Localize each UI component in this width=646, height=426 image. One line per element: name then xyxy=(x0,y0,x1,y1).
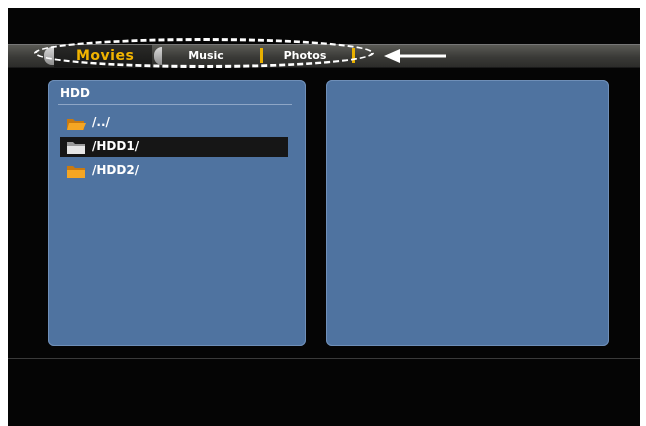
file-browser-panel: HDD /../ /HDD1/ /HDD2/ xyxy=(48,80,306,346)
file-list-item[interactable]: /HDD2/ xyxy=(48,160,306,182)
tab-music[interactable]: Music xyxy=(170,45,242,67)
tab-right-edge xyxy=(154,47,162,65)
file-name: /../ xyxy=(92,115,110,129)
tab-photos[interactable]: Photos xyxy=(272,45,338,67)
bottom-divider xyxy=(8,358,640,359)
media-player-screen: Movies Music Photos HDD /../ /HDD1/ /HDD… xyxy=(8,8,640,426)
panel-title: HDD xyxy=(60,86,90,100)
file-name: /HDD1/ xyxy=(92,139,140,153)
folder-open-icon xyxy=(67,119,86,130)
annotation-arrow-icon xyxy=(384,49,446,63)
tab-movies[interactable]: Movies xyxy=(54,45,152,67)
file-list: /../ /HDD1/ /HDD2/ xyxy=(48,112,306,184)
tab-separator xyxy=(352,48,355,63)
category-tab-bar: Movies Music Photos xyxy=(8,44,640,68)
preview-panel xyxy=(326,80,609,346)
folder-icon xyxy=(67,166,85,178)
panel-divider xyxy=(58,104,292,105)
file-list-item-selected[interactable]: /HDD1/ xyxy=(48,136,306,158)
file-name: /HDD2/ xyxy=(92,163,140,177)
tab-separator xyxy=(260,48,263,63)
file-list-item[interactable]: /../ xyxy=(48,112,306,134)
folder-icon xyxy=(67,142,85,154)
